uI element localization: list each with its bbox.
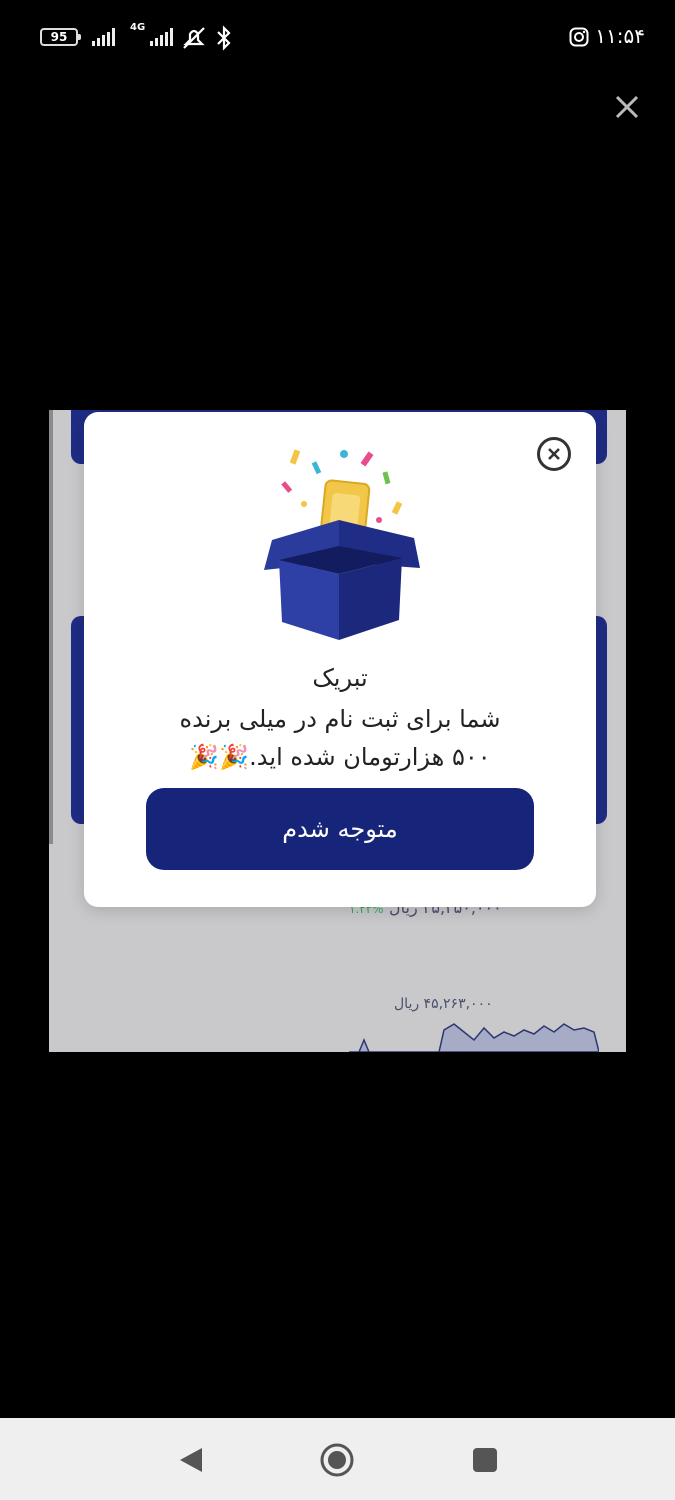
circle-close-icon — [548, 448, 560, 460]
dialog-title: تبریک — [312, 664, 368, 692]
bluetooth-icon — [217, 25, 231, 51]
battery-level: 95 — [50, 30, 68, 44]
network-type: 4G — [130, 22, 146, 33]
home-circle-icon[interactable] — [317, 1440, 357, 1480]
dialog-close-button[interactable] — [537, 437, 571, 471]
recents-square-icon[interactable] — [465, 1440, 505, 1480]
back-triangle-icon[interactable] — [172, 1440, 212, 1480]
instagram-icon — [569, 27, 589, 47]
close-icon[interactable] — [610, 90, 644, 124]
dialog-message-line-1: شما برای ثبت نام در میلی برنده — [179, 705, 501, 733]
dialog-message-line-2: ۵۰۰ هزارتومان شده اید.🎉🎉 — [189, 743, 491, 771]
screen: 95 4G ۱۱:۵۴ ۴۵,۲۵۰,۰۰۰ ریال ۱.۲۲% ۴۵,۲۶۳… — [0, 0, 675, 1500]
background-edge — [49, 410, 53, 844]
background-chart — [349, 1023, 599, 1052]
signal-strength-icon — [92, 28, 115, 46]
ringer-muted-icon — [183, 27, 205, 49]
congrats-dialog: تبریک شما برای ثبت نام در میلی برنده ۵۰۰… — [84, 412, 596, 907]
clock: ۱۱:۵۴ — [595, 24, 645, 48]
navigation-bar — [0, 1418, 675, 1500]
dialog-message: شما برای ثبت نام در میلی برنده ۵۰۰ هزارت… — [124, 700, 556, 776]
battery-icon: 95 — [40, 28, 81, 46]
status-bar: 95 4G ۱۱:۵۴ — [0, 0, 675, 76]
gift-box-icon — [264, 449, 420, 640]
signal-strength-icon-2 — [150, 28, 173, 46]
confirm-button[interactable]: متوجه شدم — [146, 788, 534, 870]
